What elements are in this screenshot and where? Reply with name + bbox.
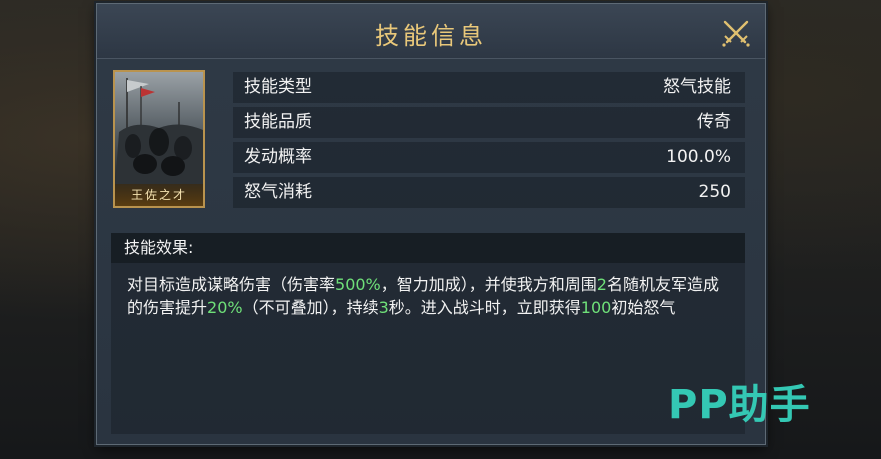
effect-description: 对目标造成谋略伤害（伤害率500%，智力加成），并使我方和周围2名随机友军造成的…	[111, 263, 745, 319]
pp-assistant-watermark: PP助手	[668, 382, 811, 428]
info-value: 传奇	[697, 112, 731, 132]
info-row-type: 技能类型 怒气技能	[233, 72, 745, 103]
effect-text-segment: （不可叠加），持续	[242, 298, 379, 317]
effect-text-segment: 初始怒气	[611, 298, 676, 317]
cavalry-army-illustration	[115, 72, 203, 186]
info-row-quality: 技能品质 传奇	[233, 107, 745, 138]
effect-highlight-value: 500%	[335, 275, 381, 294]
effect-text-segment: 对目标造成谋略伤害（伤害率	[127, 275, 336, 294]
info-label: 技能品质	[244, 112, 312, 132]
effect-highlight-value: 2	[596, 275, 607, 294]
skill-card-image: 王佐之才	[113, 70, 205, 208]
effect-heading: 技能效果:	[111, 233, 745, 263]
info-label: 怒气消耗	[244, 182, 312, 202]
info-row-trigger-rate: 发动概率 100.0%	[233, 142, 745, 173]
info-value: 100.0%	[666, 147, 731, 167]
info-value: 怒气技能	[663, 77, 731, 97]
dialog-title-bar: 技能信息	[97, 4, 765, 59]
info-label: 技能类型	[244, 77, 312, 97]
skill-card-name: 王佐之才	[115, 184, 203, 206]
info-row-rage-cost: 怒气消耗 250	[233, 177, 745, 208]
effect-highlight-value: 20%	[207, 298, 243, 317]
info-label: 发动概率	[244, 147, 312, 167]
dialog-title: 技能信息	[375, 22, 487, 50]
effect-highlight-value: 3	[378, 298, 389, 317]
crossed-swords-close-icon	[722, 20, 750, 47]
info-value: 250	[698, 182, 731, 202]
skill-info-table: 技能类型 怒气技能 技能品质 传奇 发动概率 100.0% 怒气消耗 250	[233, 72, 745, 212]
effect-highlight-value: 100	[580, 298, 612, 317]
effect-text-segment: 秒。进入战斗时，立即获得	[388, 298, 581, 317]
skill-info-dialog: 技能信息 王佐之才 技能类型 怒气技能 技能品质 传奇 发动概率 100.0% …	[96, 3, 766, 445]
effect-text-segment: ，智力加成），并使我方和周围	[380, 275, 597, 294]
skill-effect-section: 技能效果: 对目标造成谋略伤害（伤害率500%，智力加成），并使我方和周围2名随…	[111, 233, 745, 434]
close-button[interactable]	[721, 18, 751, 48]
